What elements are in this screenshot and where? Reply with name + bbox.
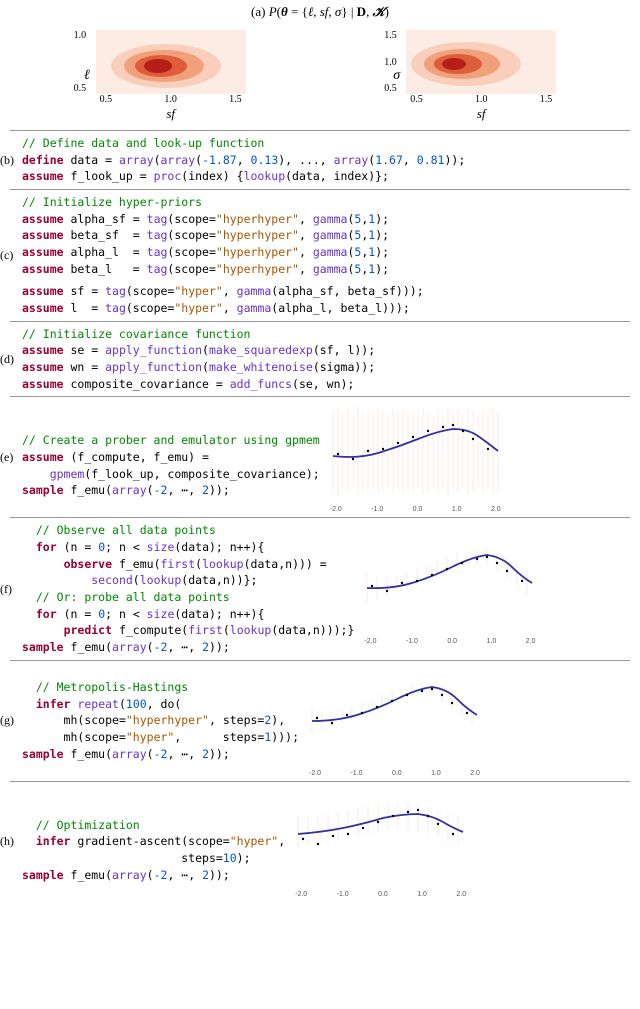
- code-d: // Initialize covariance function assume…: [22, 326, 636, 393]
- plot-h-ticks: -2.0-1.00.01.02.0: [293, 891, 468, 898]
- yticks-left: 1.0 0.5: [74, 30, 87, 94]
- gp-plot-mh: [307, 665, 482, 765]
- gp-plot-gradient: [293, 786, 468, 886]
- density-right: σ 1.5 1.0 0.5 0.5 1.0 1.5: [393, 30, 556, 122]
- plot-h: -2.0-1.00.01.02.0: [293, 786, 468, 898]
- code-h: // Optimization infer gradient-ascent(sc…: [22, 800, 285, 883]
- plot-e-ticks: -2.0-1.00.01.02.0: [328, 506, 503, 513]
- gp-plot-posterior: [362, 533, 537, 633]
- label-g: (g): [0, 713, 22, 728]
- gp-plot-prior: [328, 401, 503, 501]
- xlabel-left: sf: [166, 106, 175, 122]
- density-plots-row: ℓ 1.0 0.5 0.5 1.0 1.5 sf: [0, 24, 640, 130]
- xlabel-right: sf: [477, 106, 486, 122]
- label-d: (d): [0, 352, 22, 367]
- section-f: (f) // Observe all data points for (n = …: [0, 518, 640, 659]
- plot-f: -2.0-1.00.01.02.0: [362, 533, 537, 645]
- section-c: (c) // Initialize hyper-priors assume al…: [0, 190, 640, 321]
- section-e: (e) // Create a prober and emulator usin…: [0, 397, 640, 517]
- density-heatmap-right: [406, 30, 556, 94]
- xticks-left: 0.5 1.0 1.5: [96, 94, 246, 105]
- label-f: (f): [0, 582, 22, 597]
- section-b: (b) // Define data and look-up function …: [0, 131, 640, 189]
- plot-g-ticks: -2.0-1.00.01.02.0: [307, 770, 482, 777]
- label-c: (c): [0, 248, 22, 263]
- plot-f-ticks: -2.0-1.00.01.02.0: [362, 638, 537, 645]
- yticks-right: 1.5 1.0 0.5: [384, 30, 397, 94]
- section-h: (h) // Optimization infer gradient-ascen…: [0, 782, 640, 902]
- caption-a: (a) P(θ = {ℓ, sf, σ} | D, 𝒦): [0, 0, 640, 24]
- section-d: (d) // Initialize covariance function as…: [0, 322, 640, 397]
- label-h: (h): [0, 834, 22, 849]
- density-heatmap-left: [96, 30, 246, 94]
- caption-a-text: (a) P(θ = {ℓ, sf, σ} | D, 𝒦): [251, 4, 389, 19]
- label-b: (b): [0, 153, 22, 168]
- code-g: // Metropolis-Hastings infer repeat(100,…: [22, 679, 299, 762]
- code-e: // Create a prober and emulator using gp…: [22, 416, 320, 499]
- code-f: // Observe all data points for (n = 0; n…: [22, 522, 354, 655]
- label-e: (e): [0, 450, 22, 465]
- code-c: // Initialize hyper-priors assume alpha_…: [22, 194, 636, 317]
- xticks-right: 0.5 1.0 1.5: [406, 94, 556, 105]
- density-left: ℓ 1.0 0.5 0.5 1.0 1.5 sf: [84, 30, 246, 122]
- section-g: (g) // Metropolis-Hastings infer repeat(…: [0, 661, 640, 781]
- plot-e: -2.0-1.00.01.02.0: [328, 401, 503, 513]
- code-b: // Define data and look-up function defi…: [22, 135, 636, 185]
- plot-g: -2.0-1.00.01.02.0: [307, 665, 482, 777]
